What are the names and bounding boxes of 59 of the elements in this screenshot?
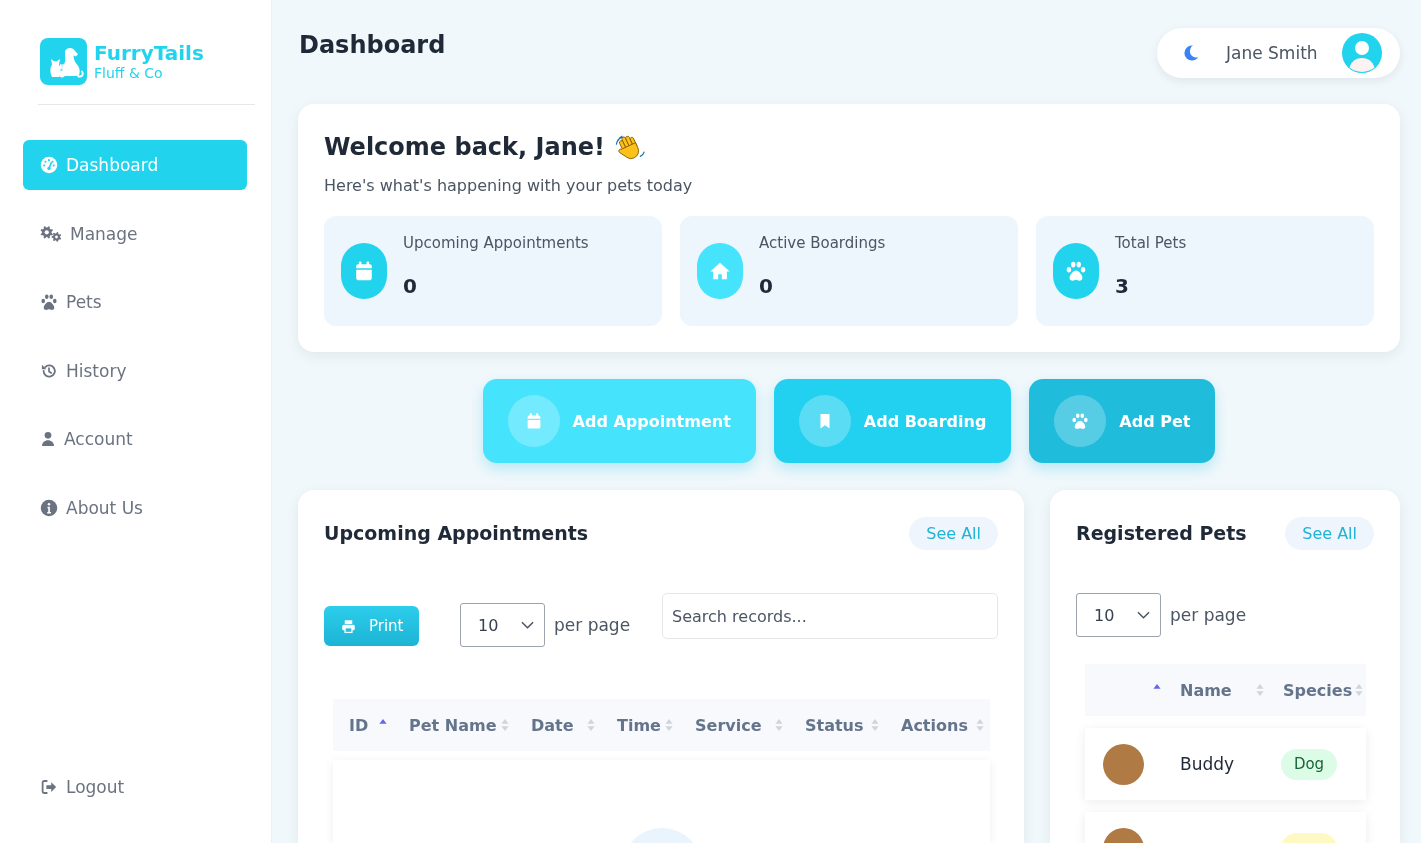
per-page-label: per page bbox=[1170, 604, 1247, 627]
column-header[interactable]: Species bbox=[1268, 664, 1368, 716]
calendar-icon bbox=[507, 395, 560, 447]
sidebar-item[interactable]: History bbox=[23, 345, 247, 396]
sidebar-item[interactable]: Pets bbox=[23, 277, 247, 328]
bookmark-icon bbox=[798, 395, 851, 447]
logo-icon bbox=[40, 38, 87, 85]
stat-label: Total Pets bbox=[1115, 234, 1187, 252]
welcome-subtitle: Here's what's happening with your pets today bbox=[324, 176, 694, 196]
brand-tagline: Fluff & Co bbox=[94, 64, 164, 82]
logout-icon bbox=[40, 778, 58, 796]
paw-icon bbox=[40, 293, 58, 312]
column-header[interactable]: Actions bbox=[885, 699, 990, 751]
sidebar-item[interactable]: Account bbox=[23, 414, 247, 465]
column-header[interactable]: Name bbox=[1165, 664, 1268, 716]
sort-icon[interactable] bbox=[1153, 682, 1161, 690]
stat-label: Upcoming Appointments bbox=[403, 234, 589, 252]
user-menu[interactable]: Jane Smith bbox=[1157, 28, 1400, 78]
sort-icon[interactable] bbox=[379, 717, 387, 725]
sidebar-item[interactable]: About Us bbox=[23, 482, 247, 533]
action-button[interactable]: Add Pet bbox=[1029, 379, 1216, 463]
pet-name: Buddy bbox=[1180, 754, 1235, 774]
gauge-icon bbox=[40, 156, 58, 174]
gears-icon bbox=[40, 224, 62, 243]
user-name: Jane Smith bbox=[1226, 43, 1319, 63]
sidebar-item[interactable]: Manage bbox=[23, 208, 247, 259]
search-field[interactable]: Search records... bbox=[662, 593, 998, 639]
column-header[interactable]: Date bbox=[515, 699, 601, 751]
column-header[interactable]: Service bbox=[679, 699, 789, 751]
history-icon bbox=[40, 361, 58, 380]
stat-value: 0 bbox=[759, 274, 774, 298]
info-icon bbox=[40, 498, 58, 517]
chevron-down-icon bbox=[521, 621, 534, 629]
stat-label: Active Boardings bbox=[759, 234, 886, 252]
panel-title: Registered Pets bbox=[1076, 522, 1247, 544]
stat-value: 3 bbox=[1115, 274, 1130, 298]
page-size-select[interactable]: 10 bbox=[1076, 593, 1161, 637]
column-header[interactable]: Pet Name bbox=[393, 699, 515, 751]
column-header[interactable]: Status bbox=[789, 699, 885, 751]
welcome-title: Welcome back, Jane! bbox=[324, 133, 605, 161]
page-title: Dashboard bbox=[299, 30, 446, 60]
page-size-select[interactable]: 10 bbox=[460, 603, 545, 647]
paw-icon bbox=[1054, 395, 1107, 447]
chevron-down-icon bbox=[1137, 611, 1150, 619]
printer-icon bbox=[341, 618, 356, 634]
pet-photo bbox=[1103, 743, 1144, 785]
brand-name: FurryTails bbox=[94, 41, 204, 64]
stat-value: 0 bbox=[403, 274, 418, 298]
avatar-icon[interactable] bbox=[1342, 33, 1382, 73]
see-all-button[interactable]: See All bbox=[909, 516, 998, 550]
moon-icon[interactable] bbox=[1184, 44, 1198, 62]
panel-title: Upcoming Appointments bbox=[324, 522, 589, 544]
species-badge: Dog bbox=[1281, 748, 1337, 780]
user-icon bbox=[40, 430, 56, 449]
column-header[interactable]: ID bbox=[333, 699, 393, 751]
column-header[interactable]: Time bbox=[601, 699, 679, 751]
logout-button[interactable]: Logout bbox=[23, 762, 247, 812]
see-all-button[interactable]: See All bbox=[1285, 516, 1374, 550]
per-page-label: per page bbox=[554, 614, 631, 637]
